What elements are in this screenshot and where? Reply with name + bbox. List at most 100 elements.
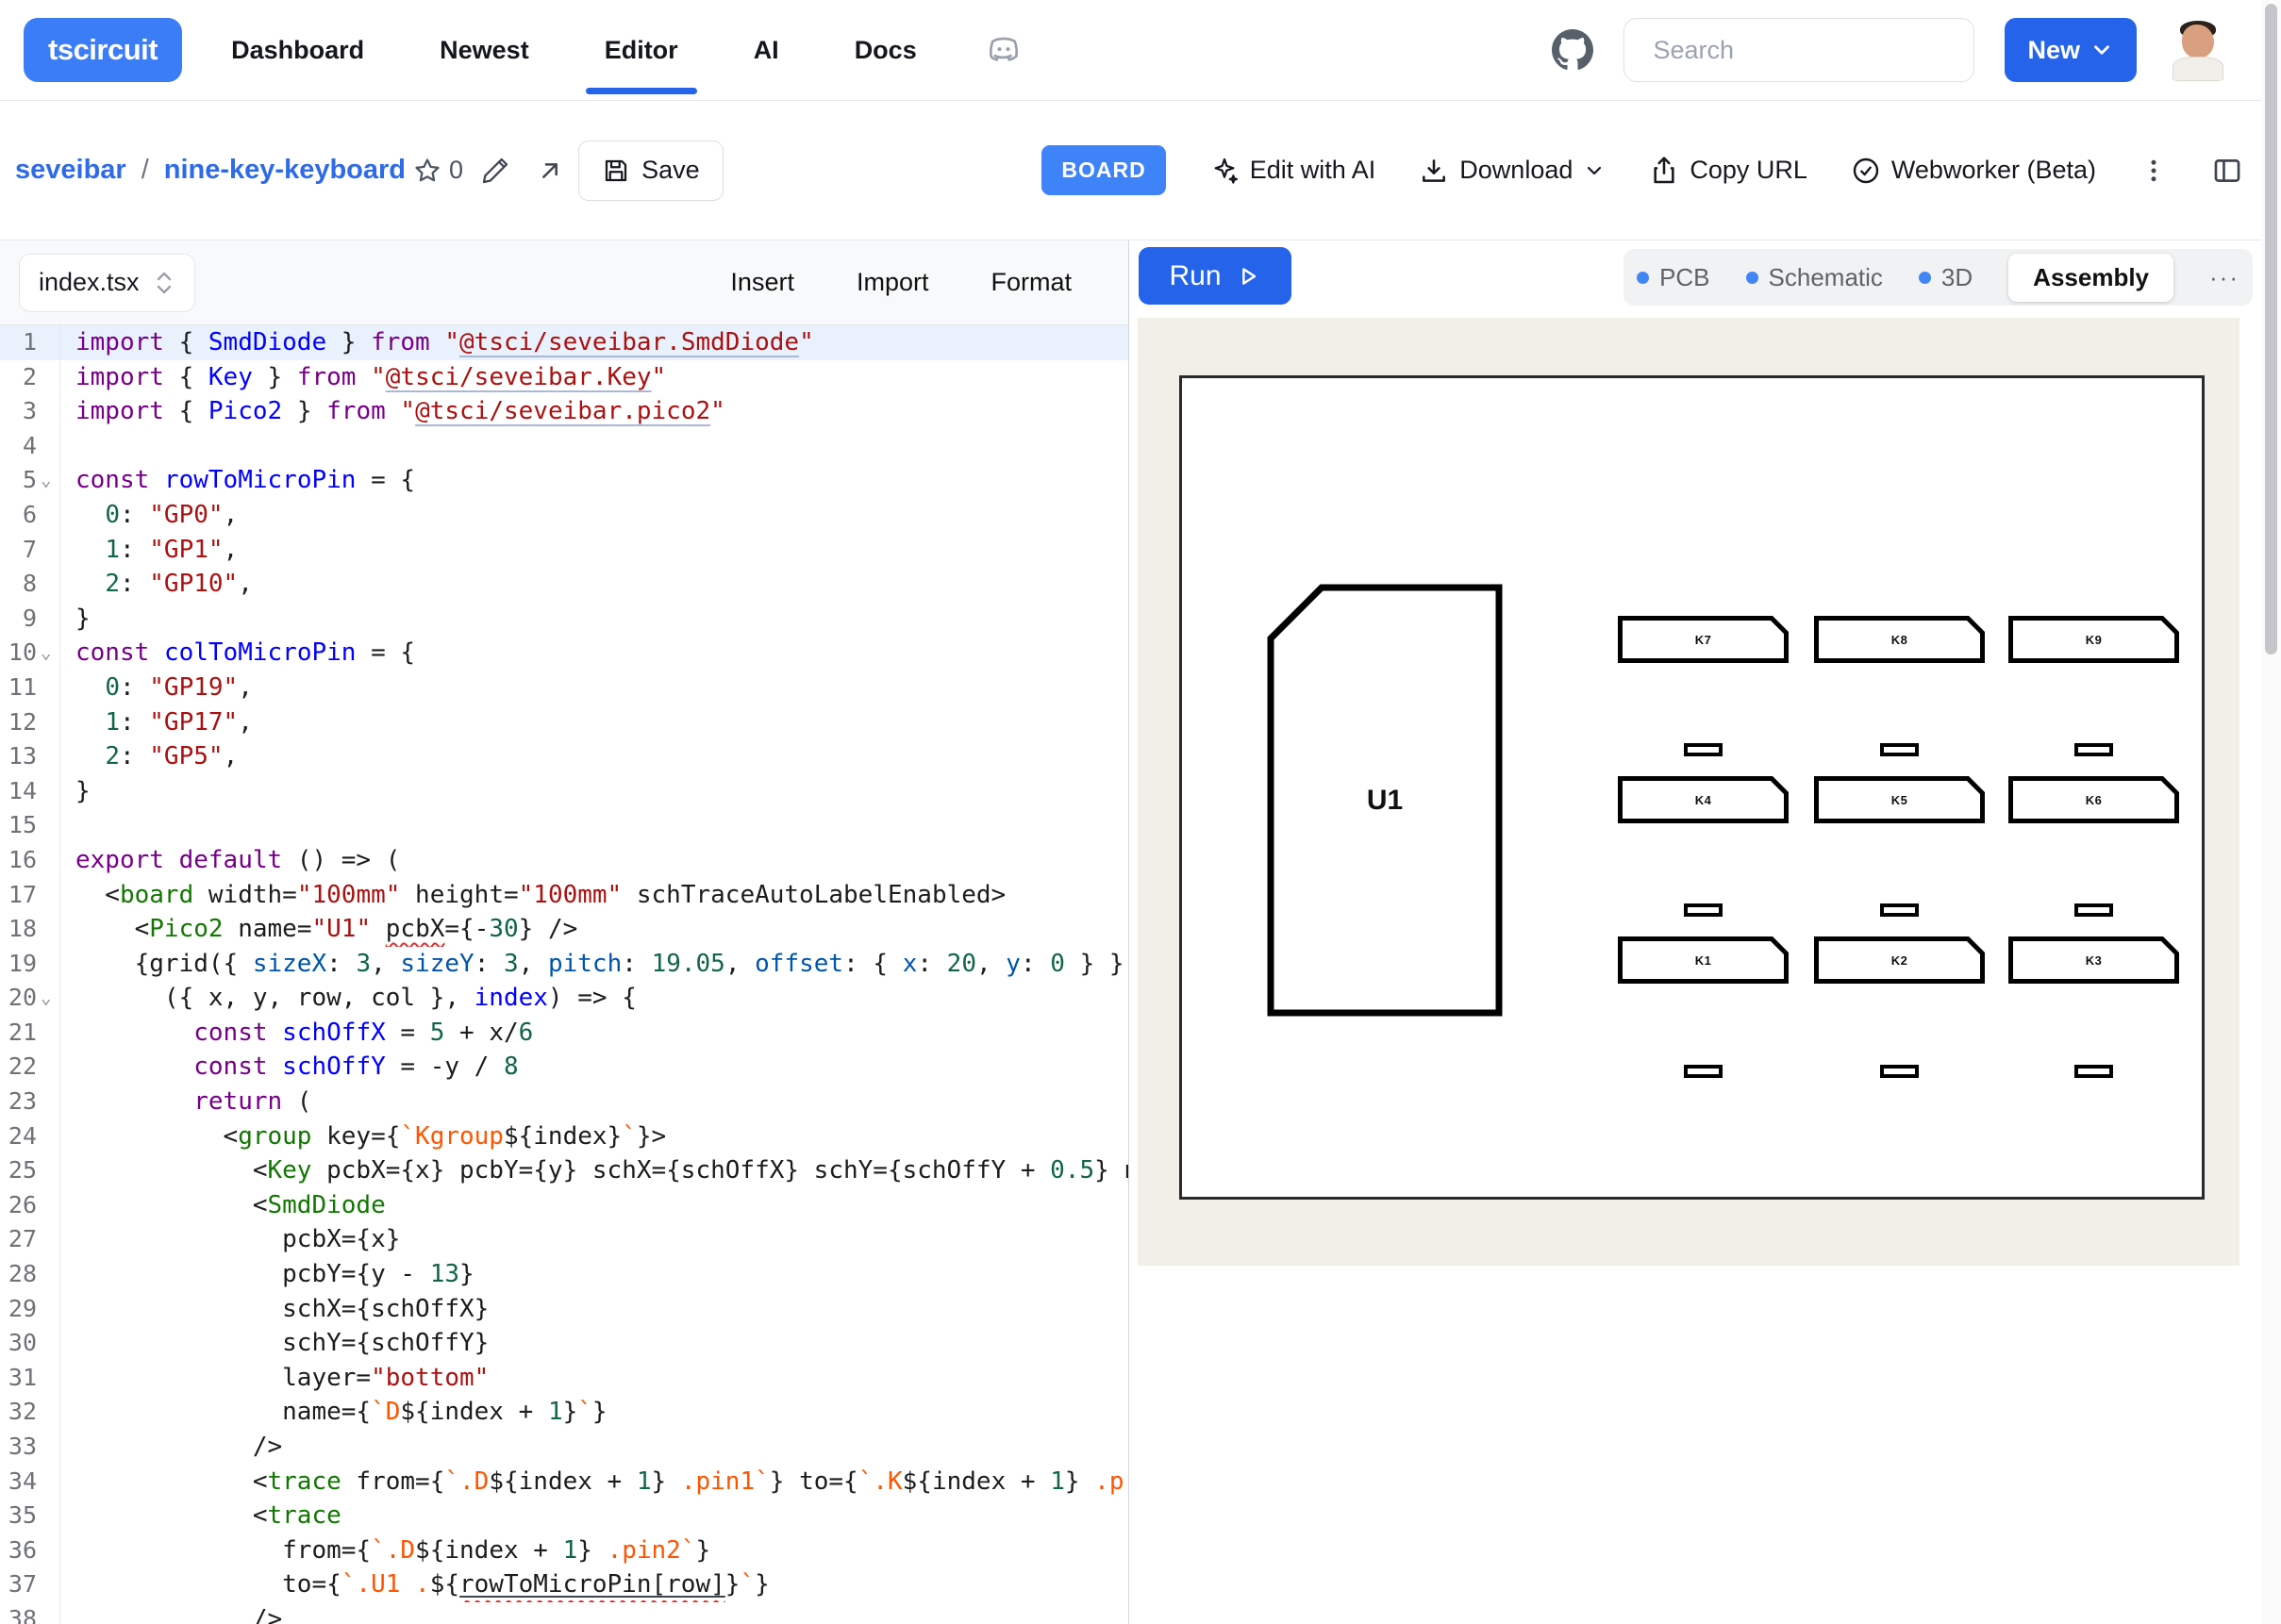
key-k7: K7: [1618, 616, 1789, 663]
code-token: }>: [637, 1122, 666, 1151]
line-number-value: 32: [8, 1395, 37, 1430]
scrollbar-thumb[interactable]: [2265, 4, 2277, 655]
code-line-text: 0: "GP0",: [60, 498, 1128, 533]
nav-item-editor[interactable]: Editor: [605, 0, 678, 100]
code-token: trace: [268, 1501, 341, 1530]
line-number: 37: [0, 1567, 60, 1602]
code-token: :: [120, 570, 149, 598]
key-k3: K3: [2008, 936, 2179, 984]
code-line-text: {grid({ sizeX: 3, sizeY: 3, pitch: 19.05…: [60, 947, 1128, 982]
tab-3d[interactable]: 3D: [1919, 263, 1973, 292]
code-token: ": [652, 363, 667, 391]
line-number: 31: [0, 1361, 60, 1396]
code-line: 32 name={`D${index + 1}`}: [0, 1395, 1128, 1430]
more-options-button[interactable]: [2139, 157, 2168, 185]
code-token: }: [592, 1398, 608, 1426]
code-token: :: [120, 673, 149, 702]
diode-footprint: [2074, 1065, 2113, 1078]
key-label: K7: [1618, 616, 1789, 663]
line-number-value: 14: [8, 774, 37, 809]
key-k9: K9: [2008, 616, 2179, 663]
line-number-value: 13: [8, 739, 37, 774]
fold-chevron-icon[interactable]: ⌄: [41, 463, 56, 498]
code-editor-pane: index.tsx Insert Import Format 1import { S…: [0, 240, 1129, 1624]
open-in-new-button[interactable]: [535, 156, 565, 186]
component-u1: U1: [1267, 584, 1503, 1017]
insert-button[interactable]: Insert: [730, 268, 794, 297]
code-token: }: [695, 1536, 710, 1565]
new-button-label: New: [2027, 36, 2080, 65]
save-button[interactable]: Save: [578, 141, 724, 201]
nav-item-docs[interactable]: Docs: [855, 0, 917, 100]
line-number: 24: [0, 1119, 60, 1154]
code-line: 37 to={`.U1 .${rowToMicroPin[row]}`}: [0, 1567, 1128, 1602]
rename-button[interactable]: [480, 156, 510, 186]
code-token: 3: [356, 950, 371, 978]
format-button[interactable]: Format: [991, 268, 1072, 297]
fold-chevron-icon[interactable]: ⌄: [41, 981, 56, 1016]
tscircuit-logo[interactable]: tscircuit: [24, 18, 182, 82]
line-number: 38: [0, 1602, 60, 1624]
code-token: = {: [356, 466, 415, 494]
code-token: {: [164, 363, 208, 391]
github-icon[interactable]: [1552, 29, 1593, 71]
nav-item-label: Newest: [440, 36, 529, 65]
line-number: 25: [0, 1153, 60, 1188]
nav-item-newest[interactable]: Newest: [440, 0, 529, 100]
file-select[interactable]: index.tsx: [19, 254, 195, 312]
fold-chevron-icon[interactable]: ⌄: [41, 636, 56, 671]
code-token: 1: [1050, 1467, 1065, 1496]
code-token: [268, 1052, 283, 1081]
code-token: [356, 363, 371, 391]
breadcrumb-owner-link[interactable]: seveibar: [15, 155, 126, 186]
kebab-menu-icon: [2139, 157, 2168, 185]
download-button[interactable]: Download: [1419, 156, 1606, 186]
code-textarea[interactable]: 1import { SmdDiode } from "@tsci/seveiba…: [0, 325, 1128, 1624]
nav-item-label: Dashboard: [231, 36, 364, 65]
page-scrollbar: [2261, 0, 2281, 1624]
tab-assembly[interactable]: Assembly: [2008, 254, 2173, 302]
breadcrumb-project-link[interactable]: nine-key-keyboard: [164, 155, 406, 186]
new-button[interactable]: New: [2005, 18, 2137, 82]
line-number: 34: [0, 1465, 60, 1500]
assembly-canvas[interactable]: U1 K7K8K9K4K5K6K1K2K3: [1179, 375, 2205, 1200]
run-button[interactable]: Run: [1139, 247, 1291, 305]
copy-url-button[interactable]: Copy URL: [1649, 156, 1807, 186]
code-token: const: [193, 1052, 267, 1081]
nav-item-ai[interactable]: AI: [754, 0, 779, 100]
line-number: 2: [0, 360, 60, 395]
line-number: 28: [0, 1257, 60, 1292]
toggle-panel-button[interactable]: [2211, 155, 2243, 187]
key-k4: K4: [1618, 776, 1789, 823]
tab-pcb[interactable]: PCB: [1637, 263, 1709, 292]
code-line: 22 const schOffY = -y / 8: [0, 1050, 1128, 1085]
code-token: } }: [1065, 950, 1124, 978]
download-label: Download: [1459, 156, 1573, 185]
star-button[interactable]: 0: [413, 156, 463, 185]
code-token: ": [400, 397, 415, 425]
code-token: @tsci/seveibar.pico2: [415, 397, 710, 425]
code-token: layer=: [75, 1364, 371, 1392]
tab-schematic[interactable]: Schematic: [1746, 263, 1883, 292]
code-token: `.D: [444, 1467, 489, 1496]
code-token: 0: [105, 501, 120, 529]
edit-with-ai-button[interactable]: Edit with AI: [1209, 156, 1376, 186]
webworker-button[interactable]: Webworker (Beta): [1851, 156, 2096, 186]
discord-icon[interactable]: [985, 31, 1023, 69]
code-token: "GP10": [149, 570, 238, 598]
import-button[interactable]: Import: [857, 268, 929, 297]
tabs-more-button[interactable]: ···: [2209, 263, 2239, 292]
line-number: 30: [0, 1326, 60, 1361]
search-input[interactable]: [1623, 18, 1974, 82]
diode-footprint: [2074, 903, 2113, 917]
nav-item-dashboard[interactable]: Dashboard: [231, 0, 364, 100]
star-icon: [413, 157, 441, 185]
check-circle-icon: [1851, 156, 1881, 186]
board-badge[interactable]: BOARD: [1041, 145, 1165, 195]
code-token: :: [622, 950, 651, 978]
line-number: 12: [0, 705, 60, 740]
key-label: K1: [1618, 936, 1789, 984]
user-avatar[interactable]: [2167, 19, 2229, 81]
code-token: ": [371, 363, 386, 391]
code-token: default: [179, 846, 283, 874]
